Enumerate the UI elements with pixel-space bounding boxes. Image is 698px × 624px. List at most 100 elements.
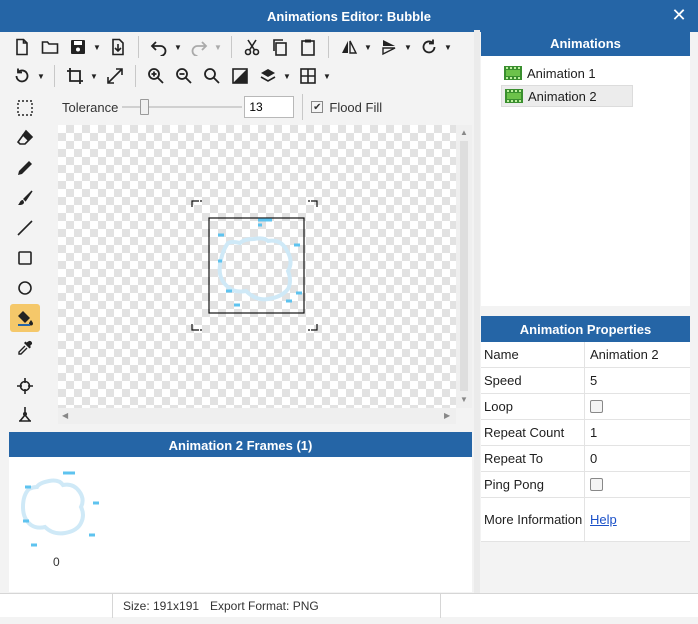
scrollbar-thumb[interactable] — [460, 141, 468, 391]
property-value[interactable]: Animation 2 — [585, 342, 690, 367]
flood-fill-checkbox[interactable]: ✔ — [311, 101, 324, 113]
scroll-down-icon[interactable]: ▼ — [460, 395, 468, 404]
properties-grid: Name Animation 2 Speed 5 Loop Repeat Cou… — [481, 342, 690, 542]
selection-icon[interactable] — [10, 94, 40, 122]
ping-pong-checkbox[interactable] — [590, 478, 603, 491]
crop-dropdown-icon[interactable]: ▼ — [89, 63, 99, 89]
target-icon[interactable] — [10, 372, 40, 400]
property-value[interactable]: 0 — [585, 446, 690, 471]
ellipse-icon[interactable] — [10, 274, 40, 302]
rectangle-icon[interactable] — [10, 244, 40, 272]
brush-icon[interactable] — [10, 184, 40, 212]
status-separator — [112, 594, 113, 618]
canvas-horizontal-scrollbar[interactable]: ◀ ▶ — [58, 408, 456, 424]
animation-item-label: Animation 2 — [528, 88, 597, 104]
film-strip-icon — [505, 89, 523, 103]
status-size: Size: 191x191 — [123, 599, 200, 613]
flip-vertical-dropdown-icon[interactable]: ▼ — [403, 34, 413, 60]
property-name: Repeat To — [481, 446, 585, 471]
property-name: Speed — [481, 368, 585, 393]
crop-icon[interactable] — [61, 63, 89, 89]
rotate-mode-dropdown-icon[interactable]: ▼ — [36, 63, 46, 89]
animations-panel-header: Animations — [481, 30, 690, 56]
property-row-name: Name Animation 2 — [481, 342, 690, 368]
property-name: Name — [481, 342, 585, 367]
property-row-repeat-to: Repeat To 0 — [481, 446, 690, 472]
resize-icon[interactable] — [101, 63, 129, 89]
invert-icon[interactable] — [226, 63, 254, 89]
line-icon[interactable] — [10, 214, 40, 242]
tolerance-slider[interactable] — [122, 97, 243, 117]
options-separator — [302, 94, 304, 120]
property-row-repeat-count: Repeat Count 1 — [481, 420, 690, 446]
animations-list: Animation 1 Animation 2 — [481, 56, 690, 306]
flip-horizontal-icon[interactable] — [335, 34, 363, 60]
tool-options-bar: Tolerance ✔ Flood Fill — [58, 92, 478, 122]
properties-panel-header: Animation Properties — [481, 316, 690, 342]
scroll-up-icon[interactable]: ▲ — [460, 128, 468, 137]
zoom-out-icon[interactable] — [170, 63, 198, 89]
property-name: Repeat Count — [481, 420, 585, 445]
drawing-canvas[interactable] — [58, 125, 456, 408]
copy-icon[interactable] — [266, 34, 294, 60]
rotate-icon[interactable] — [415, 34, 443, 60]
toolbar-separator — [231, 36, 232, 58]
crop-handles[interactable] — [191, 200, 318, 331]
layers-dropdown-icon[interactable]: ▼ — [282, 63, 292, 89]
bubble-sprite — [217, 218, 302, 307]
loop-checkbox[interactable] — [590, 400, 603, 413]
property-row-loop: Loop — [481, 394, 690, 420]
property-name: More Information — [481, 498, 585, 541]
animation-item[interactable]: Animation 1 — [501, 62, 633, 84]
tolerance-slider-thumb[interactable] — [140, 99, 150, 115]
canvas-vertical-scrollbar[interactable]: ▲ ▼ — [456, 125, 472, 408]
fill-bucket-icon[interactable] — [10, 304, 40, 332]
undo-dropdown-icon[interactable]: ▼ — [173, 34, 183, 60]
tolerance-label: Tolerance — [62, 99, 119, 115]
panel-divider[interactable] — [474, 30, 480, 593]
property-value[interactable]: 5 — [585, 368, 690, 393]
property-name: Loop — [481, 394, 585, 419]
cut-icon[interactable] — [238, 34, 266, 60]
close-icon[interactable]: ✕ — [668, 4, 690, 26]
property-value — [585, 472, 690, 497]
tool-palette — [9, 94, 41, 424]
grid-icon[interactable] — [294, 63, 322, 89]
rotate-dropdown-icon[interactable]: ▼ — [443, 34, 453, 60]
pencil-icon[interactable] — [10, 154, 40, 182]
frame-thumbnail[interactable] — [15, 465, 103, 557]
property-row-ping-pong: Ping Pong — [481, 472, 690, 498]
save-icon[interactable] — [64, 34, 92, 60]
grid-dropdown-icon[interactable]: ▼ — [322, 63, 332, 89]
scroll-right-icon[interactable]: ▶ — [444, 411, 450, 420]
flip-vertical-icon[interactable] — [375, 34, 403, 60]
frames-panel-header: Animation 2 Frames (1) — [9, 432, 472, 458]
rotate-mode-icon[interactable] — [8, 63, 36, 89]
move-anchor-icon[interactable] — [10, 400, 40, 428]
animation-item-selected[interactable]: Animation 2 — [501, 85, 633, 107]
open-folder-icon[interactable] — [36, 34, 64, 60]
property-value — [585, 394, 690, 419]
flip-horizontal-dropdown-icon[interactable]: ▼ — [363, 34, 373, 60]
paste-icon[interactable] — [294, 34, 322, 60]
undo-icon[interactable] — [145, 34, 173, 60]
redo-dropdown-icon[interactable]: ▼ — [213, 34, 223, 60]
save-dropdown-icon[interactable]: ▼ — [92, 34, 102, 60]
flood-fill-label: Flood Fill — [329, 99, 383, 115]
property-row-more-information: More Information Help — [481, 498, 690, 542]
scroll-left-icon[interactable]: ◀ — [62, 411, 68, 420]
redo-icon[interactable] — [185, 34, 213, 60]
layers-icon[interactable] — [254, 63, 282, 89]
animations-editor-window: Animations Editor: Bubble ✕ ▼ ▼ ▼ ▼ ▼ ▼ … — [0, 0, 698, 624]
help-link[interactable]: Help — [590, 512, 617, 527]
eyedropper-icon[interactable] — [10, 334, 40, 362]
new-file-icon[interactable] — [8, 34, 36, 60]
frames-panel: 0 — [9, 457, 472, 592]
property-value[interactable]: 1 — [585, 420, 690, 445]
tolerance-input[interactable] — [244, 96, 295, 118]
zoom-actual-icon[interactable] — [198, 63, 226, 89]
export-icon[interactable] — [104, 34, 132, 60]
zoom-in-icon[interactable] — [142, 63, 170, 89]
eraser-icon[interactable] — [10, 124, 40, 152]
status-separator — [440, 594, 441, 618]
